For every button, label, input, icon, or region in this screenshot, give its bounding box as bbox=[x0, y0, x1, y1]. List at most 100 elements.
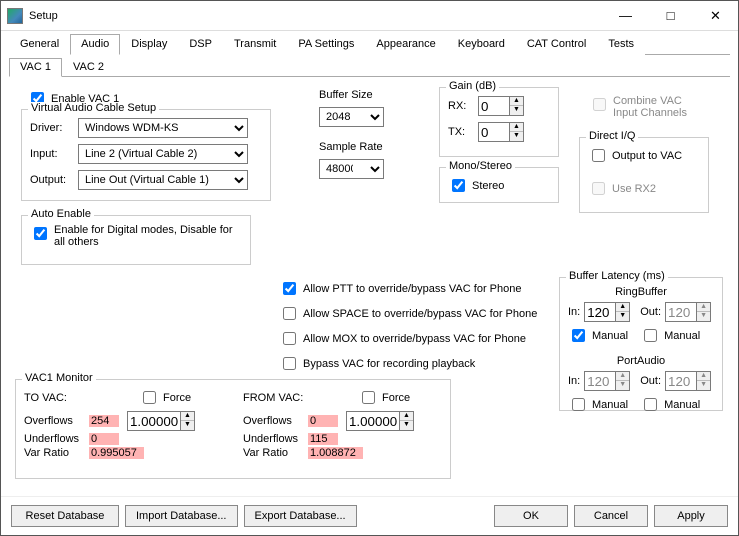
bypass-rec-checkbox[interactable]: Bypass VAC for recording playback bbox=[279, 354, 537, 373]
buffer-latency-group: Buffer Latency (ms) RingBuffer In: ▲▼ Ou… bbox=[559, 277, 723, 411]
output-to-vac-checkbox[interactable]: Output to VAC bbox=[588, 146, 700, 165]
from-underflows-label: Underflows bbox=[243, 433, 308, 445]
port-in-input[interactable] bbox=[585, 372, 615, 390]
to-value-spinner[interactable]: ▲▼ bbox=[127, 411, 195, 431]
auto-enable-input[interactable] bbox=[34, 227, 47, 240]
driver-label: Driver: bbox=[30, 122, 78, 134]
gain-tx-input[interactable] bbox=[479, 123, 509, 141]
minimize-button[interactable]: ― bbox=[603, 1, 648, 31]
port-out-manual-checkbox[interactable]: Manual bbox=[640, 395, 700, 414]
auto-enable-checkbox[interactable]: Enable for Digital modes, Disable for al… bbox=[30, 224, 242, 248]
output-label: Output: bbox=[30, 174, 78, 186]
from-overflows-value: 0 bbox=[308, 415, 338, 427]
subtab-vac1[interactable]: VAC 1 bbox=[9, 58, 62, 77]
tab-general[interactable]: General bbox=[9, 34, 70, 55]
from-force-checkbox[interactable]: Force bbox=[358, 388, 410, 407]
from-vac-label: FROM VAC: bbox=[243, 392, 318, 404]
from-vac-column: FROM VAC: Force Overflows 0 ▲▼ Underflow… bbox=[243, 388, 442, 459]
subtab-vac2[interactable]: VAC 2 bbox=[62, 58, 115, 77]
tab-pa-settings[interactable]: PA Settings bbox=[287, 34, 365, 55]
allow-mox-input[interactable] bbox=[283, 332, 296, 345]
output-select[interactable]: Line Out (Virtual Cable 1) bbox=[78, 170, 248, 190]
close-button[interactable]: ✕ bbox=[693, 1, 738, 31]
combine-vac-label: Combine VACInput Channels bbox=[613, 95, 687, 119]
tab-keyboard[interactable]: Keyboard bbox=[447, 34, 516, 55]
allow-mox-checkbox[interactable]: Allow MOX to override/bypass VAC for Pho… bbox=[279, 329, 537, 348]
titlebar: Setup ― □ ✕ bbox=[1, 1, 738, 31]
use-rx2-input bbox=[592, 182, 605, 195]
vac-setup-group: Virtual Audio Cable Setup Driver: Window… bbox=[21, 109, 271, 201]
use-rx2-checkbox: Use RX2 bbox=[588, 179, 700, 198]
allow-space-input[interactable] bbox=[283, 307, 296, 320]
export-database-button[interactable]: Export Database... bbox=[244, 505, 357, 527]
sample-rate-select[interactable]: 48000 bbox=[319, 159, 384, 179]
input-select[interactable]: Line 2 (Virtual Cable 2) bbox=[78, 144, 248, 164]
tab-display[interactable]: Display bbox=[120, 34, 178, 55]
down-icon[interactable]: ▼ bbox=[510, 106, 523, 115]
down-icon[interactable]: ▼ bbox=[510, 132, 523, 141]
tab-cat-control[interactable]: CAT Control bbox=[516, 34, 598, 55]
port-out-spinner[interactable]: ▲▼ bbox=[665, 371, 711, 391]
ok-button[interactable]: OK bbox=[494, 505, 568, 527]
auto-enable-legend: Auto Enable bbox=[28, 208, 94, 220]
stereo-input[interactable] bbox=[452, 179, 465, 192]
maximize-button[interactable]: □ bbox=[648, 1, 693, 31]
stereo-checkbox[interactable]: Stereo bbox=[448, 176, 550, 195]
to-underflows-label: Underflows bbox=[24, 433, 89, 445]
output-to-vac-input[interactable] bbox=[592, 149, 605, 162]
combine-vac-checkbox: Combine VACInput Channels bbox=[589, 95, 687, 119]
tab-tests[interactable]: Tests bbox=[597, 34, 645, 55]
buffer-size-block: Buffer Size 2048 bbox=[319, 89, 384, 127]
main-tabs: General Audio Display DSP Transmit PA Se… bbox=[9, 33, 730, 55]
from-varratio-label: Var Ratio bbox=[243, 447, 308, 459]
gain-tx-label: TX: bbox=[448, 126, 478, 138]
window-title: Setup bbox=[29, 10, 603, 22]
override-block: Allow PTT to override/bypass VAC for Pho… bbox=[279, 279, 537, 373]
up-icon[interactable]: ▲ bbox=[510, 123, 523, 132]
to-varratio-label: Var Ratio bbox=[24, 447, 89, 459]
from-value-spinner[interactable]: ▲▼ bbox=[346, 411, 414, 431]
ring-in-manual-checkbox[interactable]: Manual bbox=[568, 326, 628, 345]
mono-stereo-legend: Mono/Stereo bbox=[446, 160, 515, 172]
combine-vac-input bbox=[593, 98, 606, 111]
ring-out-input[interactable] bbox=[666, 303, 696, 321]
up-icon[interactable]: ▲ bbox=[510, 97, 523, 106]
gain-tx-spinner[interactable]: ▲▼ bbox=[478, 122, 524, 142]
ring-in-spinner[interactable]: ▲▼ bbox=[584, 302, 630, 322]
port-in-spinner[interactable]: ▲▼ bbox=[584, 371, 630, 391]
auto-enable-group: Auto Enable Enable for Digital modes, Di… bbox=[21, 215, 251, 265]
stereo-label: Stereo bbox=[472, 180, 504, 192]
to-force-checkbox[interactable]: Force bbox=[139, 388, 191, 407]
tab-dsp[interactable]: DSP bbox=[178, 34, 223, 55]
to-underflows-value: 0 bbox=[89, 433, 119, 445]
allow-ptt-checkbox[interactable]: Allow PTT to override/bypass VAC for Pho… bbox=[279, 279, 537, 298]
cancel-button[interactable]: Cancel bbox=[574, 505, 648, 527]
vac-setup-legend: Virtual Audio Cable Setup bbox=[28, 102, 159, 114]
allow-space-label: Allow SPACE to override/bypass VAC for P… bbox=[303, 308, 537, 320]
to-varratio-value: 0.995057 bbox=[89, 447, 144, 459]
tab-appearance[interactable]: Appearance bbox=[365, 34, 446, 55]
driver-select[interactable]: Windows WDM-KS bbox=[78, 118, 248, 138]
import-database-button[interactable]: Import Database... bbox=[125, 505, 238, 527]
gain-group: Gain (dB) RX: ▲▼ TX: ▲▼ bbox=[439, 87, 559, 157]
buffer-size-select[interactable]: 2048 bbox=[319, 107, 384, 127]
buffer-latency-legend: Buffer Latency (ms) bbox=[566, 270, 668, 282]
tab-transmit[interactable]: Transmit bbox=[223, 34, 287, 55]
port-out-input[interactable] bbox=[666, 372, 696, 390]
tab-audio[interactable]: Audio bbox=[70, 34, 120, 55]
allow-ptt-input[interactable] bbox=[283, 282, 296, 295]
to-overflows-label: Overflows bbox=[24, 415, 89, 427]
use-rx2-label: Use RX2 bbox=[612, 183, 656, 195]
gain-rx-spinner[interactable]: ▲▼ bbox=[478, 96, 524, 116]
from-varratio-value: 1.008872 bbox=[308, 447, 363, 459]
allow-space-checkbox[interactable]: Allow SPACE to override/bypass VAC for P… bbox=[279, 304, 537, 323]
port-in-manual-checkbox[interactable]: Manual bbox=[568, 395, 628, 414]
reset-database-button[interactable]: Reset Database bbox=[11, 505, 119, 527]
ring-in-input[interactable] bbox=[585, 303, 615, 321]
ring-out-spinner[interactable]: ▲▼ bbox=[665, 302, 711, 322]
ring-out-manual-checkbox[interactable]: Manual bbox=[640, 326, 700, 345]
bypass-rec-input[interactable] bbox=[283, 357, 296, 370]
apply-button[interactable]: Apply bbox=[654, 505, 728, 527]
ringbuffer-label: RingBuffer bbox=[568, 286, 714, 298]
gain-rx-input[interactable] bbox=[479, 97, 509, 115]
